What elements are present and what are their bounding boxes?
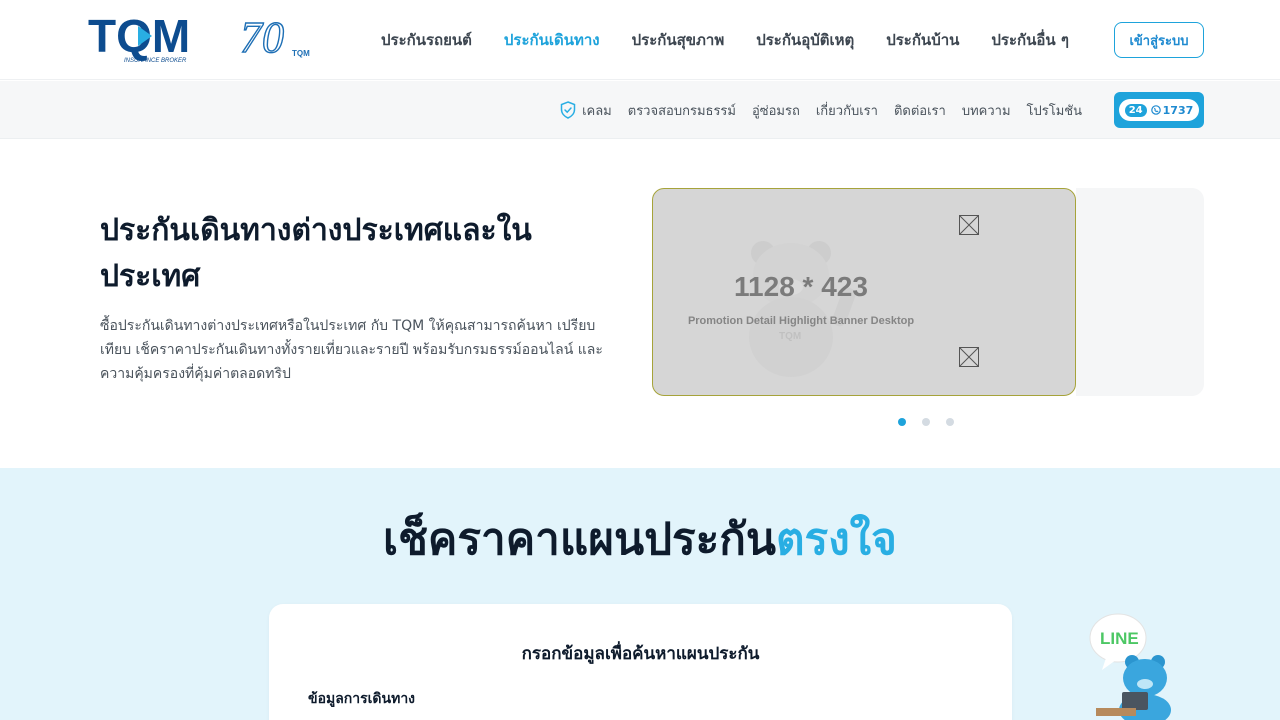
hero-description: ซื้อประกันเดินทางต่างประเทศหรือในประเทศ … — [100, 318, 603, 382]
page-title: ประกันเดินทางต่างประเทศและในประเทศ — [100, 213, 532, 294]
subnav-contact[interactable]: ติดต่อเรา — [894, 100, 946, 121]
next-slide-preview[interactable] — [1076, 188, 1204, 396]
line-label: LINE — [1100, 629, 1139, 648]
banner-caption: Promotion Detail Highlight Banner Deskto… — [687, 315, 915, 327]
plan-search-form-card: กรอกข้อมูลเพื่อค้นหาแผนประกัน ข้อมูลการเ… — [269, 604, 1012, 720]
shield-check-icon — [560, 101, 576, 119]
secondary-header: เคลม ตรวจสอบกรมธรรม์ อู่ซ่อมรถ เกี่ยวกับ… — [0, 81, 1280, 139]
section-title: เช็คราคาแผนประกันตรงใจ — [0, 510, 1280, 570]
subnav-promotion[interactable]: โปรโมชัน — [1027, 100, 1082, 121]
subnav-articles[interactable]: บทความ — [962, 100, 1011, 121]
carousel-dots — [898, 418, 970, 426]
subnav-about[interactable]: เกี่ยวกับเรา — [816, 100, 878, 121]
hotline-24h: 24 — [1124, 103, 1147, 117]
subnav-claim[interactable]: เคลม — [560, 100, 612, 121]
main-nav: ประกันรถยนต์ ประกันเดินทาง ประกันสุขภาพ … — [381, 0, 1101, 80]
hotline-badge: 24 1737 — [1118, 99, 1200, 121]
subnav-garage[interactable]: อู่ซ่อมรถ — [752, 100, 800, 121]
anniversary-mark: TQM — [292, 49, 310, 58]
nav-car-insurance[interactable]: ประกันรถยนต์ — [381, 28, 472, 52]
banner-size-label: 1128 * 423 — [734, 271, 868, 302]
nav-travel-insurance[interactable]: ประกันเดินทาง — [504, 28, 600, 52]
broken-image-icon — [959, 347, 979, 367]
secondary-nav: เคลม ตรวจสอบกรมธรรม์ อู่ซ่อมรถ เกี่ยวกับ… — [544, 81, 1082, 139]
promo-banner[interactable]: TQM 1128 * 423 Promotion Detail Highligh… — [652, 188, 1076, 396]
carousel-dot-1[interactable] — [898, 418, 906, 426]
travel-info-heading: ข้อมูลการเดินทาง — [308, 691, 416, 707]
mascot-watermark: TQM — [779, 331, 801, 342]
login-button[interactable]: เข้าสู่ระบบ — [1114, 22, 1204, 58]
anniversary-number: 70 — [240, 13, 284, 62]
tqm-logo[interactable]: TQM INSURANCE BROKER — [88, 12, 233, 66]
broken-image-icon — [959, 215, 979, 235]
nav-accident-insurance[interactable]: ประกันอุบัติเหตุ — [756, 28, 854, 52]
subnav-check-policy[interactable]: ตรวจสอบกรมธรรม์ — [628, 100, 736, 121]
hotline-button[interactable]: 24 1737 — [1114, 92, 1204, 128]
section-title-main: เช็คราคาแผนประกัน — [383, 514, 776, 565]
anniversary-logo: 70 TQM — [240, 12, 310, 62]
nav-home-insurance[interactable]: ประกันบ้าน — [886, 28, 959, 52]
top-header: TQM INSURANCE BROKER 70 TQM ประกันรถยนต์… — [0, 0, 1280, 80]
subnav-claim-label: เคลม — [582, 103, 612, 119]
logo-tagline: INSURANCE BROKER — [124, 58, 187, 64]
section-title-accent: ตรงใจ — [775, 514, 897, 565]
nav-other-insurance[interactable]: ประกันอื่น ๆ — [991, 28, 1069, 52]
line-chat-widget[interactable]: LINE — [1088, 612, 1180, 720]
carousel-dot-3[interactable] — [946, 418, 954, 426]
hotline-number: 1737 — [1162, 103, 1194, 117]
carousel-dot-2[interactable] — [922, 418, 930, 426]
nav-health-insurance[interactable]: ประกันสุขภาพ — [632, 28, 725, 52]
form-title: กรอกข้อมูลเพื่อค้นหาแผนประกัน — [521, 644, 760, 664]
phone-icon — [1150, 105, 1161, 115]
mascot-bear-image: TQM — [749, 241, 856, 377]
